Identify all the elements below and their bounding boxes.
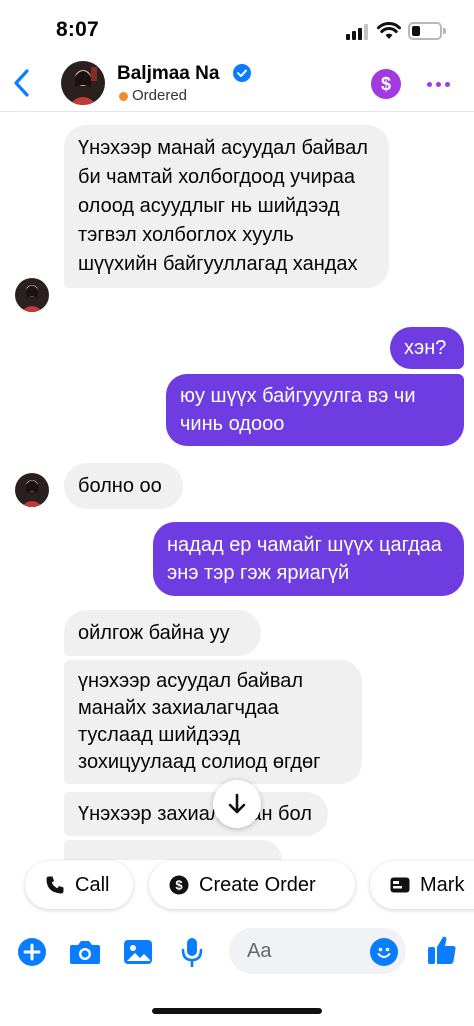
image-icon xyxy=(124,940,152,964)
camera-button[interactable] xyxy=(69,936,101,968)
gallery-button[interactable] xyxy=(122,936,154,968)
create-order-chip-label: Create Order xyxy=(199,873,316,896)
message-incoming[interactable]: Үнэхээр манай асуудал байвал би чамтай х… xyxy=(64,125,389,288)
call-chip-label: Call xyxy=(75,873,110,896)
svg-text:$: $ xyxy=(175,878,183,893)
mic-icon xyxy=(181,938,203,968)
more-icon xyxy=(426,81,432,87)
dollar-circle-icon: $ xyxy=(169,875,189,895)
mark-chip-label: Mark xyxy=(420,873,465,896)
create-order-chip[interactable]: $ Create Order xyxy=(149,861,355,909)
message-outgoing[interactable]: надад ер чамайг шүүх цагдаа энэ тэр гэж … xyxy=(153,522,464,596)
status-time: 8:07 xyxy=(56,18,99,41)
cellular-signal-icon xyxy=(346,24,372,40)
message-outgoing[interactable]: хэн? xyxy=(390,327,464,369)
emoji-icon xyxy=(377,947,391,958)
mark-chip[interactable]: Mark xyxy=(370,861,474,909)
card-icon xyxy=(390,877,410,893)
add-button[interactable] xyxy=(16,936,48,968)
camera-icon xyxy=(70,941,100,964)
scroll-down-icon xyxy=(228,793,246,814)
payment-button[interactable]: $ xyxy=(371,69,401,99)
message-outgoing[interactable]: юу шүүх байгууулга вэ чи чинь одооо xyxy=(166,374,464,446)
contact-avatar[interactable] xyxy=(61,61,105,105)
dollar-icon: $ xyxy=(380,73,391,94)
more-options-button[interactable] xyxy=(424,72,452,96)
message-incoming-partial[interactable] xyxy=(64,840,282,860)
verified-icon xyxy=(233,64,251,82)
scroll-to-bottom-button[interactable] xyxy=(213,780,261,828)
voice-button[interactable] xyxy=(176,936,208,968)
like-button[interactable] xyxy=(426,934,458,966)
back-button[interactable] xyxy=(6,66,38,100)
plus-icon xyxy=(18,938,46,966)
sender-avatar[interactable] xyxy=(15,278,49,312)
sender-avatar[interactable] xyxy=(15,473,49,507)
message-incoming[interactable]: болно оо xyxy=(64,463,183,509)
order-status-dot xyxy=(119,92,128,101)
order-status-text: Ordered xyxy=(132,87,188,104)
conversation-header: Baljmaa Na Ordered $ xyxy=(0,58,474,112)
wifi-icon xyxy=(377,21,401,41)
contact-name[interactable]: Baljmaa Na xyxy=(117,63,219,85)
call-chip[interactable]: Call xyxy=(25,861,133,909)
home-indicator[interactable] xyxy=(152,1008,322,1014)
battery-icon xyxy=(408,22,446,40)
status-bar: 8:07 xyxy=(0,0,474,58)
phone-icon xyxy=(45,875,65,895)
message-incoming[interactable]: ойлгож байна уу xyxy=(64,610,261,656)
emoji-button[interactable] xyxy=(370,938,398,966)
message-composer xyxy=(0,924,474,980)
back-icon xyxy=(14,69,29,97)
thumbs-up-icon xyxy=(428,936,456,964)
message-incoming[interactable]: Үнэхээр захиалагчан бол xyxy=(64,792,328,836)
message-incoming[interactable]: үнэхээр асуудал байвал манайх захиалагчд… xyxy=(64,660,362,784)
